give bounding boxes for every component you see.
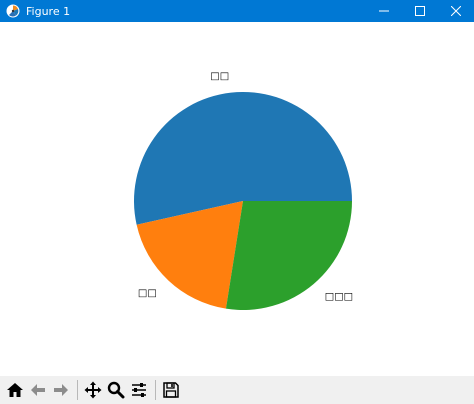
- pie-label: □□: [138, 288, 157, 299]
- save-icon: [163, 382, 179, 398]
- close-button[interactable]: [438, 0, 474, 22]
- back-button[interactable]: [27, 379, 49, 401]
- back-arrow-icon: [31, 384, 45, 396]
- forward-button[interactable]: [50, 379, 72, 401]
- home-button[interactable]: [4, 379, 26, 401]
- pie-label: □□: [210, 71, 229, 82]
- close-icon: [451, 6, 461, 16]
- toolbar-separator: [77, 380, 78, 400]
- forward-arrow-icon: [54, 384, 68, 396]
- minimize-button[interactable]: [366, 0, 402, 22]
- toolbar-separator: [155, 380, 156, 400]
- title-bar[interactable]: Figure 1: [0, 0, 474, 22]
- maximize-button[interactable]: [402, 0, 438, 22]
- save-button[interactable]: [160, 379, 182, 401]
- configure-subplots-icon: [132, 383, 146, 397]
- pan-button[interactable]: [82, 379, 104, 401]
- home-icon: [7, 383, 23, 397]
- configure-subplots-button[interactable]: [128, 379, 150, 401]
- zoom-button[interactable]: [105, 379, 127, 401]
- figure-window: Figure 1 □□ □□ □□□: [0, 0, 474, 404]
- minimize-icon: [379, 10, 389, 12]
- window-controls: [366, 0, 474, 22]
- pan-icon: [84, 381, 102, 399]
- zoom-icon: [107, 381, 125, 399]
- window-title: Figure 1: [26, 4, 71, 18]
- navigation-toolbar: [0, 376, 474, 404]
- pie-label: □□□: [325, 292, 353, 303]
- maximize-icon: [415, 6, 425, 16]
- figure-canvas[interactable]: □□ □□ □□□: [0, 22, 474, 376]
- pie-chart: □□□□ □□□: [134, 71, 353, 311]
- pie-slices: [134, 91, 352, 311]
- matplotlib-app-icon: [6, 4, 20, 18]
